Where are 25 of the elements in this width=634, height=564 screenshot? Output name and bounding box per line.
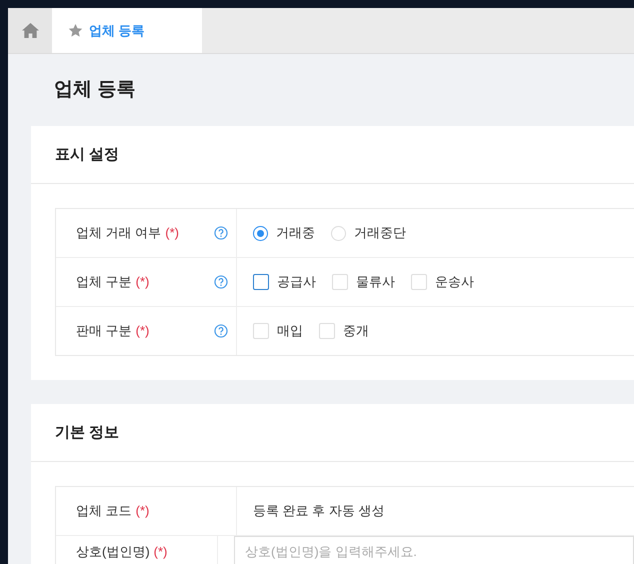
- page-title: 업체 등록: [53, 78, 136, 102]
- field-label: 업체 구분 (*): [76, 273, 150, 291]
- star-icon: [68, 23, 83, 38]
- help-icon[interactable]: [214, 324, 228, 338]
- section-title: 표시 설정: [55, 145, 120, 164]
- checkbox-option[interactable]: 물류사: [332, 273, 395, 291]
- checkbox-option[interactable]: 운송사: [411, 273, 474, 291]
- home-icon: [22, 23, 38, 38]
- radio-option[interactable]: 거래중: [253, 224, 315, 242]
- field-label: 판매 구분 (*): [76, 322, 150, 340]
- field-value: 등록 완료 후 자동 생성: [253, 502, 384, 520]
- radio-button[interactable]: [253, 226, 268, 240]
- home-tab[interactable]: [8, 8, 52, 53]
- help-icon[interactable]: [214, 226, 228, 240]
- checkbox-option[interactable]: 중개: [319, 322, 369, 340]
- checkbox-option[interactable]: 매입: [253, 322, 303, 340]
- field-label: 업체 거래 여부 (*): [76, 224, 179, 242]
- checkbox[interactable]: [253, 274, 269, 290]
- checkbox-option[interactable]: 공급사: [253, 273, 316, 291]
- input-field[interactable]: 상호(법인명)을 입력해주세요.: [234, 536, 634, 564]
- field-label: 업체 코드 (*): [76, 502, 150, 520]
- section-title: 기본 정보: [55, 423, 120, 442]
- help-icon[interactable]: [214, 275, 228, 289]
- field-label: 상호(법인명) (*): [76, 543, 168, 561]
- radio-option[interactable]: 거래중단: [331, 224, 406, 242]
